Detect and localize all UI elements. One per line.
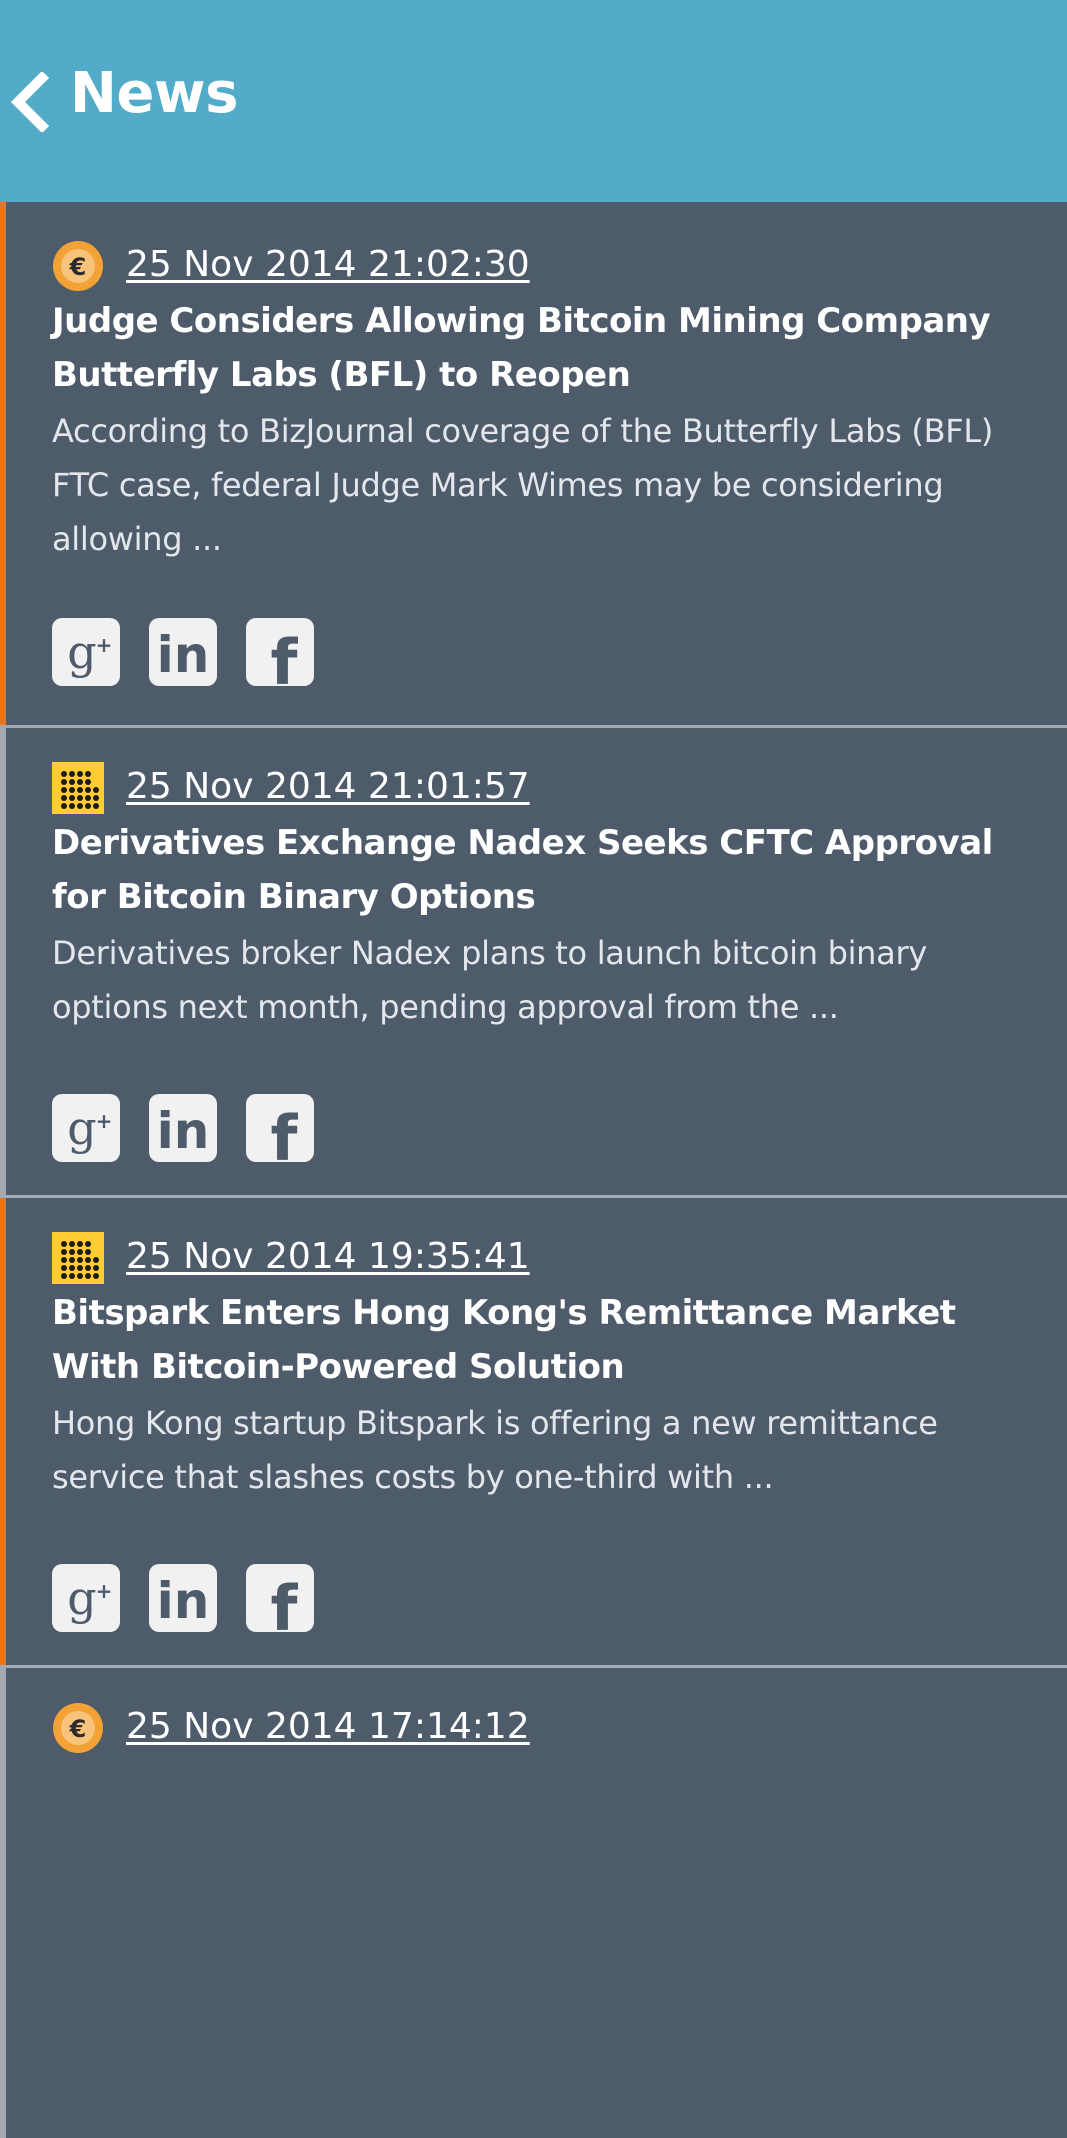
linkedin-button[interactable]: in [149, 1094, 217, 1162]
page-title: News [70, 61, 238, 126]
google-plus-icon: g + [67, 1101, 113, 1155]
svg-text:g: g [67, 625, 96, 679]
svg-text:f: f [271, 626, 299, 686]
svg-text:f: f [271, 1102, 299, 1162]
google-plus-button[interactable]: g + [52, 1094, 120, 1162]
item-accent-bar [0, 202, 6, 725]
news-date-link[interactable]: 25 Nov 2014 19:35:41 [126, 1230, 530, 1284]
news-feed: € 25 Nov 2014 21:02:30 Judge Considers A… [0, 202, 1067, 2138]
news-summary: Hong Kong startup Bitspark is offering a… [52, 1404, 938, 1496]
news-item[interactable]: € 25 Nov 2014 17:14:12 [0, 1668, 1067, 2138]
news-date-link[interactable]: 25 Nov 2014 17:14:12 [126, 1700, 530, 1754]
news-summary: Derivatives broker Nadex plans to launch… [52, 934, 927, 1026]
news-item[interactable]: 25 Nov 2014 19:35:41 Bitspark Enters Hon… [0, 1198, 1067, 1668]
facebook-icon: f [271, 1102, 299, 1162]
item-accent-bar [0, 728, 6, 1195]
facebook-icon: f [271, 1572, 299, 1632]
news-item[interactable]: € 25 Nov 2014 21:02:30 Judge Considers A… [0, 202, 1067, 728]
svg-text:f: f [271, 1572, 299, 1632]
news-title[interactable]: Judge Considers Allowing Bitcoin Mining … [52, 294, 1042, 402]
news-title[interactable]: Bitspark Enters Hong Kong's Remittance M… [52, 1286, 1042, 1394]
linkedin-icon: in [157, 1572, 210, 1630]
svg-text:€: € [69, 1715, 87, 1743]
news-date-link[interactable]: 25 Nov 2014 21:01:57 [126, 760, 530, 814]
linkedin-icon: in [157, 1102, 210, 1160]
chevron-left-icon [10, 70, 50, 134]
facebook-button[interactable]: f [246, 1564, 314, 1632]
facebook-button[interactable]: f [246, 1094, 314, 1162]
google-plus-icon: g + [67, 1571, 113, 1625]
dot-grid-icon [52, 762, 104, 814]
item-accent-bar [0, 1198, 6, 1665]
google-plus-button[interactable]: g + [52, 1564, 120, 1632]
news-summary: According to BizJournal coverage of the … [52, 412, 994, 558]
svg-text:g: g [67, 1571, 96, 1625]
coin-icon: € [53, 241, 103, 291]
svg-text:+: + [96, 1579, 113, 1603]
svg-text:+: + [96, 633, 113, 657]
svg-text:in: in [157, 1572, 210, 1630]
news-item[interactable]: 25 Nov 2014 21:01:57 Derivatives Exchang… [0, 728, 1067, 1198]
linkedin-button[interactable]: in [149, 1564, 217, 1632]
svg-text:g: g [67, 1101, 96, 1155]
back-button[interactable] [8, 70, 50, 134]
news-title[interactable]: Derivatives Exchange Nadex Seeks CFTC Ap… [52, 816, 1042, 924]
svg-text:in: in [157, 626, 210, 684]
coin-icon: € [53, 1703, 103, 1753]
google-plus-button[interactable]: g + [52, 618, 120, 686]
linkedin-button[interactable]: in [149, 618, 217, 686]
svg-text:€: € [69, 253, 87, 281]
facebook-icon: f [271, 626, 299, 686]
item-accent-bar [0, 1668, 6, 2138]
svg-text:in: in [157, 1102, 210, 1160]
app-header: News [0, 0, 1067, 202]
svg-text:+: + [96, 1109, 113, 1133]
linkedin-icon: in [157, 626, 210, 684]
facebook-button[interactable]: f [246, 618, 314, 686]
news-date-link[interactable]: 25 Nov 2014 21:02:30 [126, 238, 530, 292]
google-plus-icon: g + [67, 625, 113, 679]
dot-grid-icon [52, 1232, 104, 1284]
